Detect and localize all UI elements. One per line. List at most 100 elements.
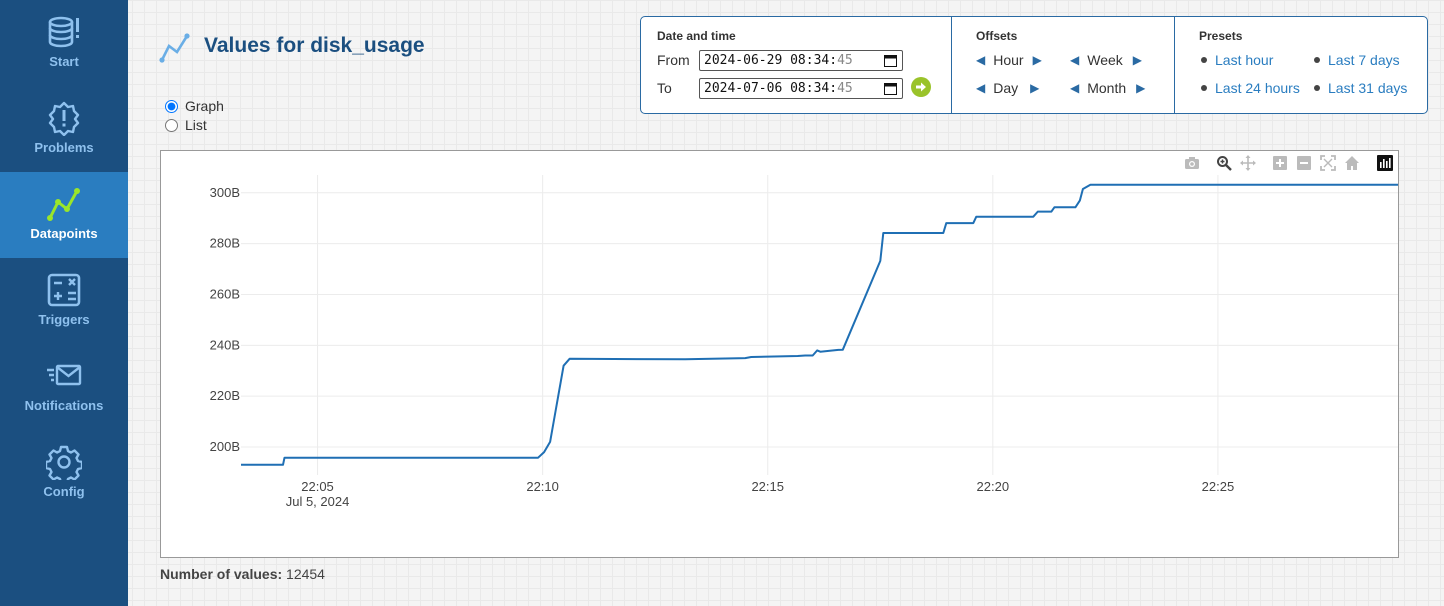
offset-week: ◀ Week ▶ — [1070, 52, 1142, 68]
presets-section: Presets Last hour Last 7 days Last 24 ho… — [1175, 17, 1427, 113]
preset-last-31-days[interactable]: Last 31 days — [1314, 80, 1407, 96]
sidebar-item-triggers[interactable]: Triggers — [0, 258, 128, 344]
alert-badge-icon — [48, 101, 80, 136]
calculator-icon — [47, 273, 81, 307]
date-time-section: Date and time From 2024-06-29 08:34: 45 T… — [641, 17, 951, 113]
sidebar-item-label: Datapoints — [30, 226, 98, 241]
values-count: Number of values: 12454 — [160, 566, 325, 582]
graph-radio-input[interactable] — [165, 99, 178, 113]
from-label: From — [657, 52, 690, 68]
reset-axes-icon[interactable] — [1344, 155, 1360, 171]
to-datetime-input[interactable]: 2024-07-06 08:34: 45 — [699, 78, 903, 99]
values-count-label: Number of values: — [160, 566, 283, 582]
date-range-panel: Date and time From 2024-06-29 08:34: 45 T… — [640, 16, 1428, 114]
preset-label: Last 7 days — [1328, 52, 1400, 68]
sidebar: Start Problems Datapoints Triggers Notif… — [0, 0, 128, 606]
sidebar-item-notifications[interactable]: Notifications — [0, 344, 128, 430]
offset-day: ◀ Day ▶ — [976, 80, 1039, 96]
y-tick-label: 300B — [210, 185, 240, 200]
offset-hour-label: Hour — [993, 52, 1024, 68]
x-tick-label: 22:15 — [751, 479, 784, 494]
values-count-value: 12454 — [286, 566, 325, 582]
to-seconds-value: 45 — [837, 81, 853, 96]
offset-month-prev-button[interactable]: ◀ — [1070, 81, 1079, 95]
date-time-heading: Date and time — [657, 29, 736, 43]
y-tick-label: 240B — [210, 337, 240, 352]
y-tick-label: 280B — [210, 236, 240, 251]
sidebar-item-label: Problems — [34, 140, 94, 155]
x-date-label: Jul 5, 2024 — [286, 494, 350, 509]
zoom-out-icon[interactable] — [1296, 155, 1312, 171]
chart-container: 22:05 22:10 22:15 22:20 22:25 Jul 5, 2024 200B… — [160, 150, 1399, 558]
y-tick-label: 260B — [210, 286, 240, 301]
graph-radio-label: Graph — [185, 98, 224, 114]
y-tick-label: 200B — [210, 439, 240, 454]
preset-label: Last 31 days — [1328, 80, 1408, 96]
offset-hour-next-button[interactable]: ▶ — [1033, 53, 1042, 67]
sidebar-item-label: Triggers — [38, 312, 90, 327]
offset-day-label: Day — [993, 80, 1019, 96]
x-tick-label: 22:10 — [526, 479, 559, 494]
sidebar-item-label: Start — [49, 54, 79, 69]
calendar-icon[interactable] — [884, 82, 897, 95]
offset-hour-prev-button[interactable]: ◀ — [976, 53, 985, 67]
offset-month: ◀ Month ▶ — [1070, 80, 1145, 96]
offset-hour: ◀ Hour ▶ — [976, 52, 1042, 68]
list-radio-label: List — [185, 117, 207, 133]
presets-heading: Presets — [1199, 29, 1243, 43]
from-datetime-value: 2024-06-29 08:34: — [704, 53, 838, 68]
sidebar-item-label: Notifications — [24, 398, 104, 413]
offset-week-label: Week — [1087, 52, 1123, 68]
bullet-icon — [1314, 57, 1320, 63]
offset-week-next-button[interactable]: ▶ — [1133, 53, 1142, 67]
offset-day-prev-button[interactable]: ◀ — [976, 81, 985, 95]
x-tick-label: 22:25 — [1202, 479, 1235, 494]
offsets-heading: Offsets — [976, 29, 1018, 43]
bullet-icon — [1314, 85, 1320, 91]
series-line — [241, 183, 1398, 466]
preset-label: Last 24 hours — [1215, 80, 1300, 96]
sidebar-item-start[interactable]: Start — [0, 0, 128, 86]
line-chart[interactable]: 22:05 22:10 22:15 22:20 22:25 Jul 5, 2024 200B… — [161, 151, 1398, 557]
sidebar-item-datapoints[interactable]: Datapoints — [0, 172, 128, 258]
from-datetime-input[interactable]: 2024-06-29 08:34: 45 — [699, 50, 903, 71]
chart-line-icon — [159, 33, 190, 63]
gear-icon — [46, 445, 82, 480]
preset-last-hour[interactable]: Last hour — [1201, 52, 1273, 68]
preset-last-24-hours[interactable]: Last 24 hours — [1201, 80, 1300, 96]
arrow-right-icon — [916, 82, 926, 92]
offset-month-next-button[interactable]: ▶ — [1136, 81, 1145, 95]
x-tick-label: 22:05 — [301, 479, 334, 494]
pan-icon[interactable] — [1240, 155, 1256, 171]
to-datetime-value: 2024-07-06 08:34: — [704, 81, 838, 96]
sidebar-item-label: Config — [43, 484, 85, 499]
to-label: To — [657, 80, 672, 96]
mail-fast-icon — [47, 364, 82, 386]
offset-month-label: Month — [1087, 80, 1127, 96]
preset-last-7-days[interactable]: Last 7 days — [1314, 52, 1400, 68]
zoom-in-icon[interactable] — [1272, 155, 1288, 171]
bullet-icon — [1201, 57, 1207, 63]
calendar-icon[interactable] — [884, 54, 897, 67]
apply-range-button[interactable] — [911, 77, 931, 97]
offsets-section: Offsets ◀ Hour ▶ ◀ Week ▶ ◀ Day ▶ ◀ Mont… — [952, 17, 1174, 113]
from-seconds-value: 45 — [837, 53, 853, 68]
bullet-icon — [1201, 85, 1207, 91]
page-title: Values for disk_usage — [204, 34, 425, 57]
zoom-icon[interactable] — [1216, 155, 1232, 171]
autoscale-icon[interactable] — [1320, 155, 1336, 171]
sidebar-item-config[interactable]: Config — [0, 430, 128, 516]
list-radio-input[interactable] — [165, 118, 178, 132]
camera-icon[interactable] — [1184, 155, 1200, 171]
offset-week-prev-button[interactable]: ◀ — [1070, 53, 1079, 67]
sidebar-item-problems[interactable]: Problems — [0, 86, 128, 172]
y-tick-label: 220B — [210, 388, 240, 403]
database-alert-icon — [48, 16, 79, 48]
offset-day-next-button[interactable]: ▶ — [1030, 81, 1039, 95]
plotly-logo-icon[interactable] — [1377, 155, 1393, 171]
view-list-radio[interactable]: List — [165, 117, 207, 133]
chart-line-icon — [47, 188, 80, 221]
view-graph-radio[interactable]: Graph — [165, 98, 224, 114]
preset-label: Last hour — [1215, 52, 1274, 68]
x-tick-label: 22:20 — [977, 479, 1010, 494]
